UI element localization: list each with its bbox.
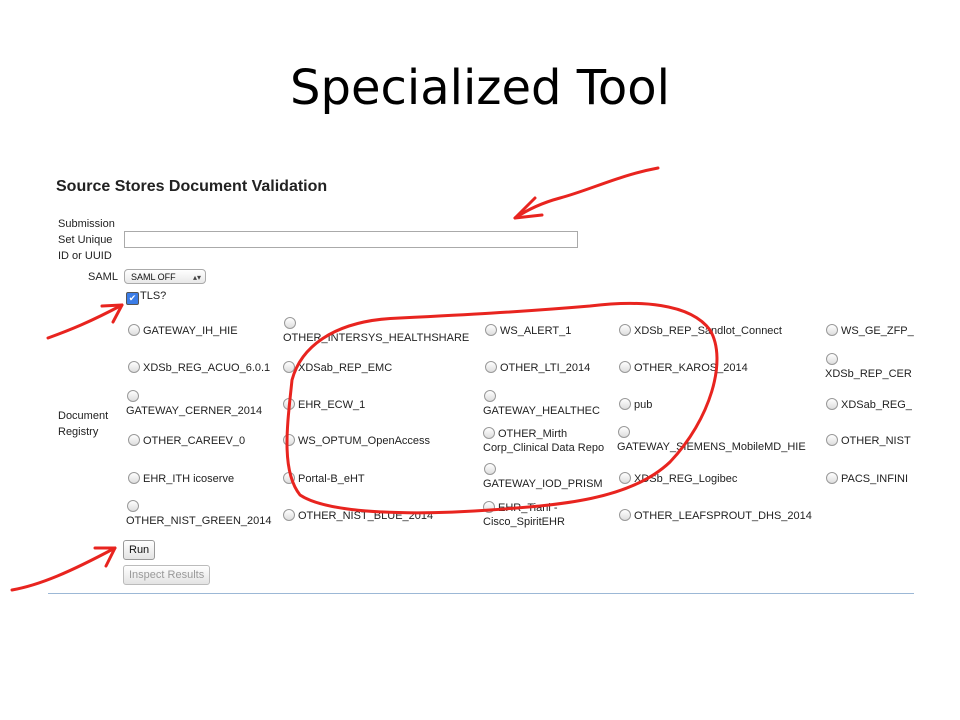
radio-button[interactable] xyxy=(283,398,295,411)
registry-option[interactable]: OTHER_Mirth Corp_Clinical Data Repo xyxy=(483,427,604,455)
registry-option[interactable]: XDSb_REP_Sandlot_Connect xyxy=(619,324,782,338)
registry-option[interactable]: OTHER_NIST_GREEN_2014 xyxy=(126,500,272,528)
saml-select[interactable]: SAML OFF ▴▾ xyxy=(124,269,206,284)
registry-option[interactable]: OTHER_NIST xyxy=(826,434,911,448)
radio-button[interactable] xyxy=(826,472,838,485)
registry-option[interactable]: OTHER_KAROS_2014 xyxy=(619,361,748,375)
radio-button[interactable] xyxy=(483,501,495,514)
radio-button[interactable] xyxy=(485,361,497,374)
registry-option[interactable]: EHR_Tiani - Cisco_SpiritEHR xyxy=(483,501,565,529)
submission-id-input[interactable] xyxy=(124,231,578,248)
radio-button[interactable] xyxy=(284,317,296,329)
radio-button[interactable] xyxy=(619,324,631,337)
registry-option[interactable]: Portal-B_eHT xyxy=(283,472,365,486)
radio-button[interactable] xyxy=(128,434,140,447)
form-title: Source Stores Document Validation xyxy=(56,178,328,195)
registry-option[interactable]: GATEWAY_CERNER_2014 xyxy=(126,390,262,418)
registry-option[interactable]: GATEWAY_IH_HIE xyxy=(128,324,238,338)
registry-option[interactable]: XDSab_REG_ xyxy=(826,398,912,412)
radio-button[interactable] xyxy=(283,361,295,374)
registry-option[interactable]: OTHER_INTERSYS_HEALTHSHARE xyxy=(283,317,469,345)
radio-button[interactable] xyxy=(826,353,838,365)
tool-screenshot: Source Stores Document Validation Submis… xyxy=(48,168,914,598)
registry-option[interactable]: PACS_INFINI xyxy=(826,472,908,486)
radio-button[interactable] xyxy=(619,472,631,485)
divider xyxy=(48,593,914,594)
saml-selected-value: SAML OFF xyxy=(131,272,176,282)
radio-button[interactable] xyxy=(485,324,497,337)
radio-button[interactable] xyxy=(127,390,139,402)
radio-button[interactable] xyxy=(826,324,838,337)
saml-label: SAML xyxy=(88,271,118,283)
slide-title: Specialized Tool xyxy=(290,60,670,116)
radio-button[interactable] xyxy=(283,472,295,485)
radio-button[interactable] xyxy=(128,324,140,337)
radio-button[interactable] xyxy=(127,500,139,512)
inspect-results-button[interactable]: Inspect Results xyxy=(123,565,211,585)
radio-button[interactable] xyxy=(618,426,630,438)
radio-button[interactable] xyxy=(619,361,631,374)
registry-option[interactable]: XDSb_REP_CER xyxy=(825,353,912,381)
radio-button[interactable] xyxy=(619,398,631,411)
radio-button[interactable] xyxy=(483,427,495,440)
select-arrows-icon: ▴▾ xyxy=(192,273,201,282)
tls-checkbox[interactable]: ✔ xyxy=(126,292,139,305)
radio-button[interactable] xyxy=(484,463,496,475)
radio-button[interactable] xyxy=(128,472,140,485)
registry-label: Document Registry xyxy=(58,410,109,438)
radio-button[interactable] xyxy=(484,390,496,402)
registry-option[interactable]: EHR_ECW_1 xyxy=(283,398,365,412)
registry-option[interactable]: WS_GE_ZFP_ xyxy=(826,324,914,338)
registry-option[interactable]: OTHER_CAREEV_0 xyxy=(128,434,245,448)
registry-option[interactable]: OTHER_NIST_BLUE_2014 xyxy=(283,509,433,523)
registry-option[interactable]: WS_OPTUM_OpenAccess xyxy=(283,434,430,448)
registry-option[interactable]: EHR_ITH icoserve xyxy=(128,472,234,486)
registry-option[interactable]: WS_ALERT_1 xyxy=(485,324,571,338)
registry-option[interactable]: XDSab_REP_EMC xyxy=(283,361,392,375)
registry-option[interactable]: XDSb_REG_Logibec xyxy=(619,472,737,486)
registry-option[interactable]: GATEWAY_HEALTHEC xyxy=(483,390,600,418)
registry-option[interactable]: OTHER_LTI_2014 xyxy=(485,361,590,375)
run-button[interactable]: Run xyxy=(123,540,156,560)
radio-button[interactable] xyxy=(283,434,295,447)
registry-option[interactable]: GATEWAY_SIEMENS_MobileMD_HIE xyxy=(617,426,806,454)
registry-option[interactable]: GATEWAY_IOD_PRISM xyxy=(483,463,603,491)
radio-button[interactable] xyxy=(619,509,631,522)
registry-option[interactable]: OTHER_LEAFSPROUT_DHS_2014 xyxy=(619,509,812,523)
radio-button[interactable] xyxy=(283,509,295,522)
radio-button[interactable] xyxy=(128,361,140,374)
radio-button[interactable] xyxy=(826,398,838,411)
tls-label: TLS? xyxy=(140,290,167,302)
radio-button[interactable] xyxy=(826,434,838,447)
registry-option[interactable]: pub xyxy=(619,398,652,412)
submission-label: Submission Set Unique ID or UUID xyxy=(58,218,115,262)
registry-option[interactable]: XDSb_REG_ACUO_6.0.1 xyxy=(128,361,270,375)
